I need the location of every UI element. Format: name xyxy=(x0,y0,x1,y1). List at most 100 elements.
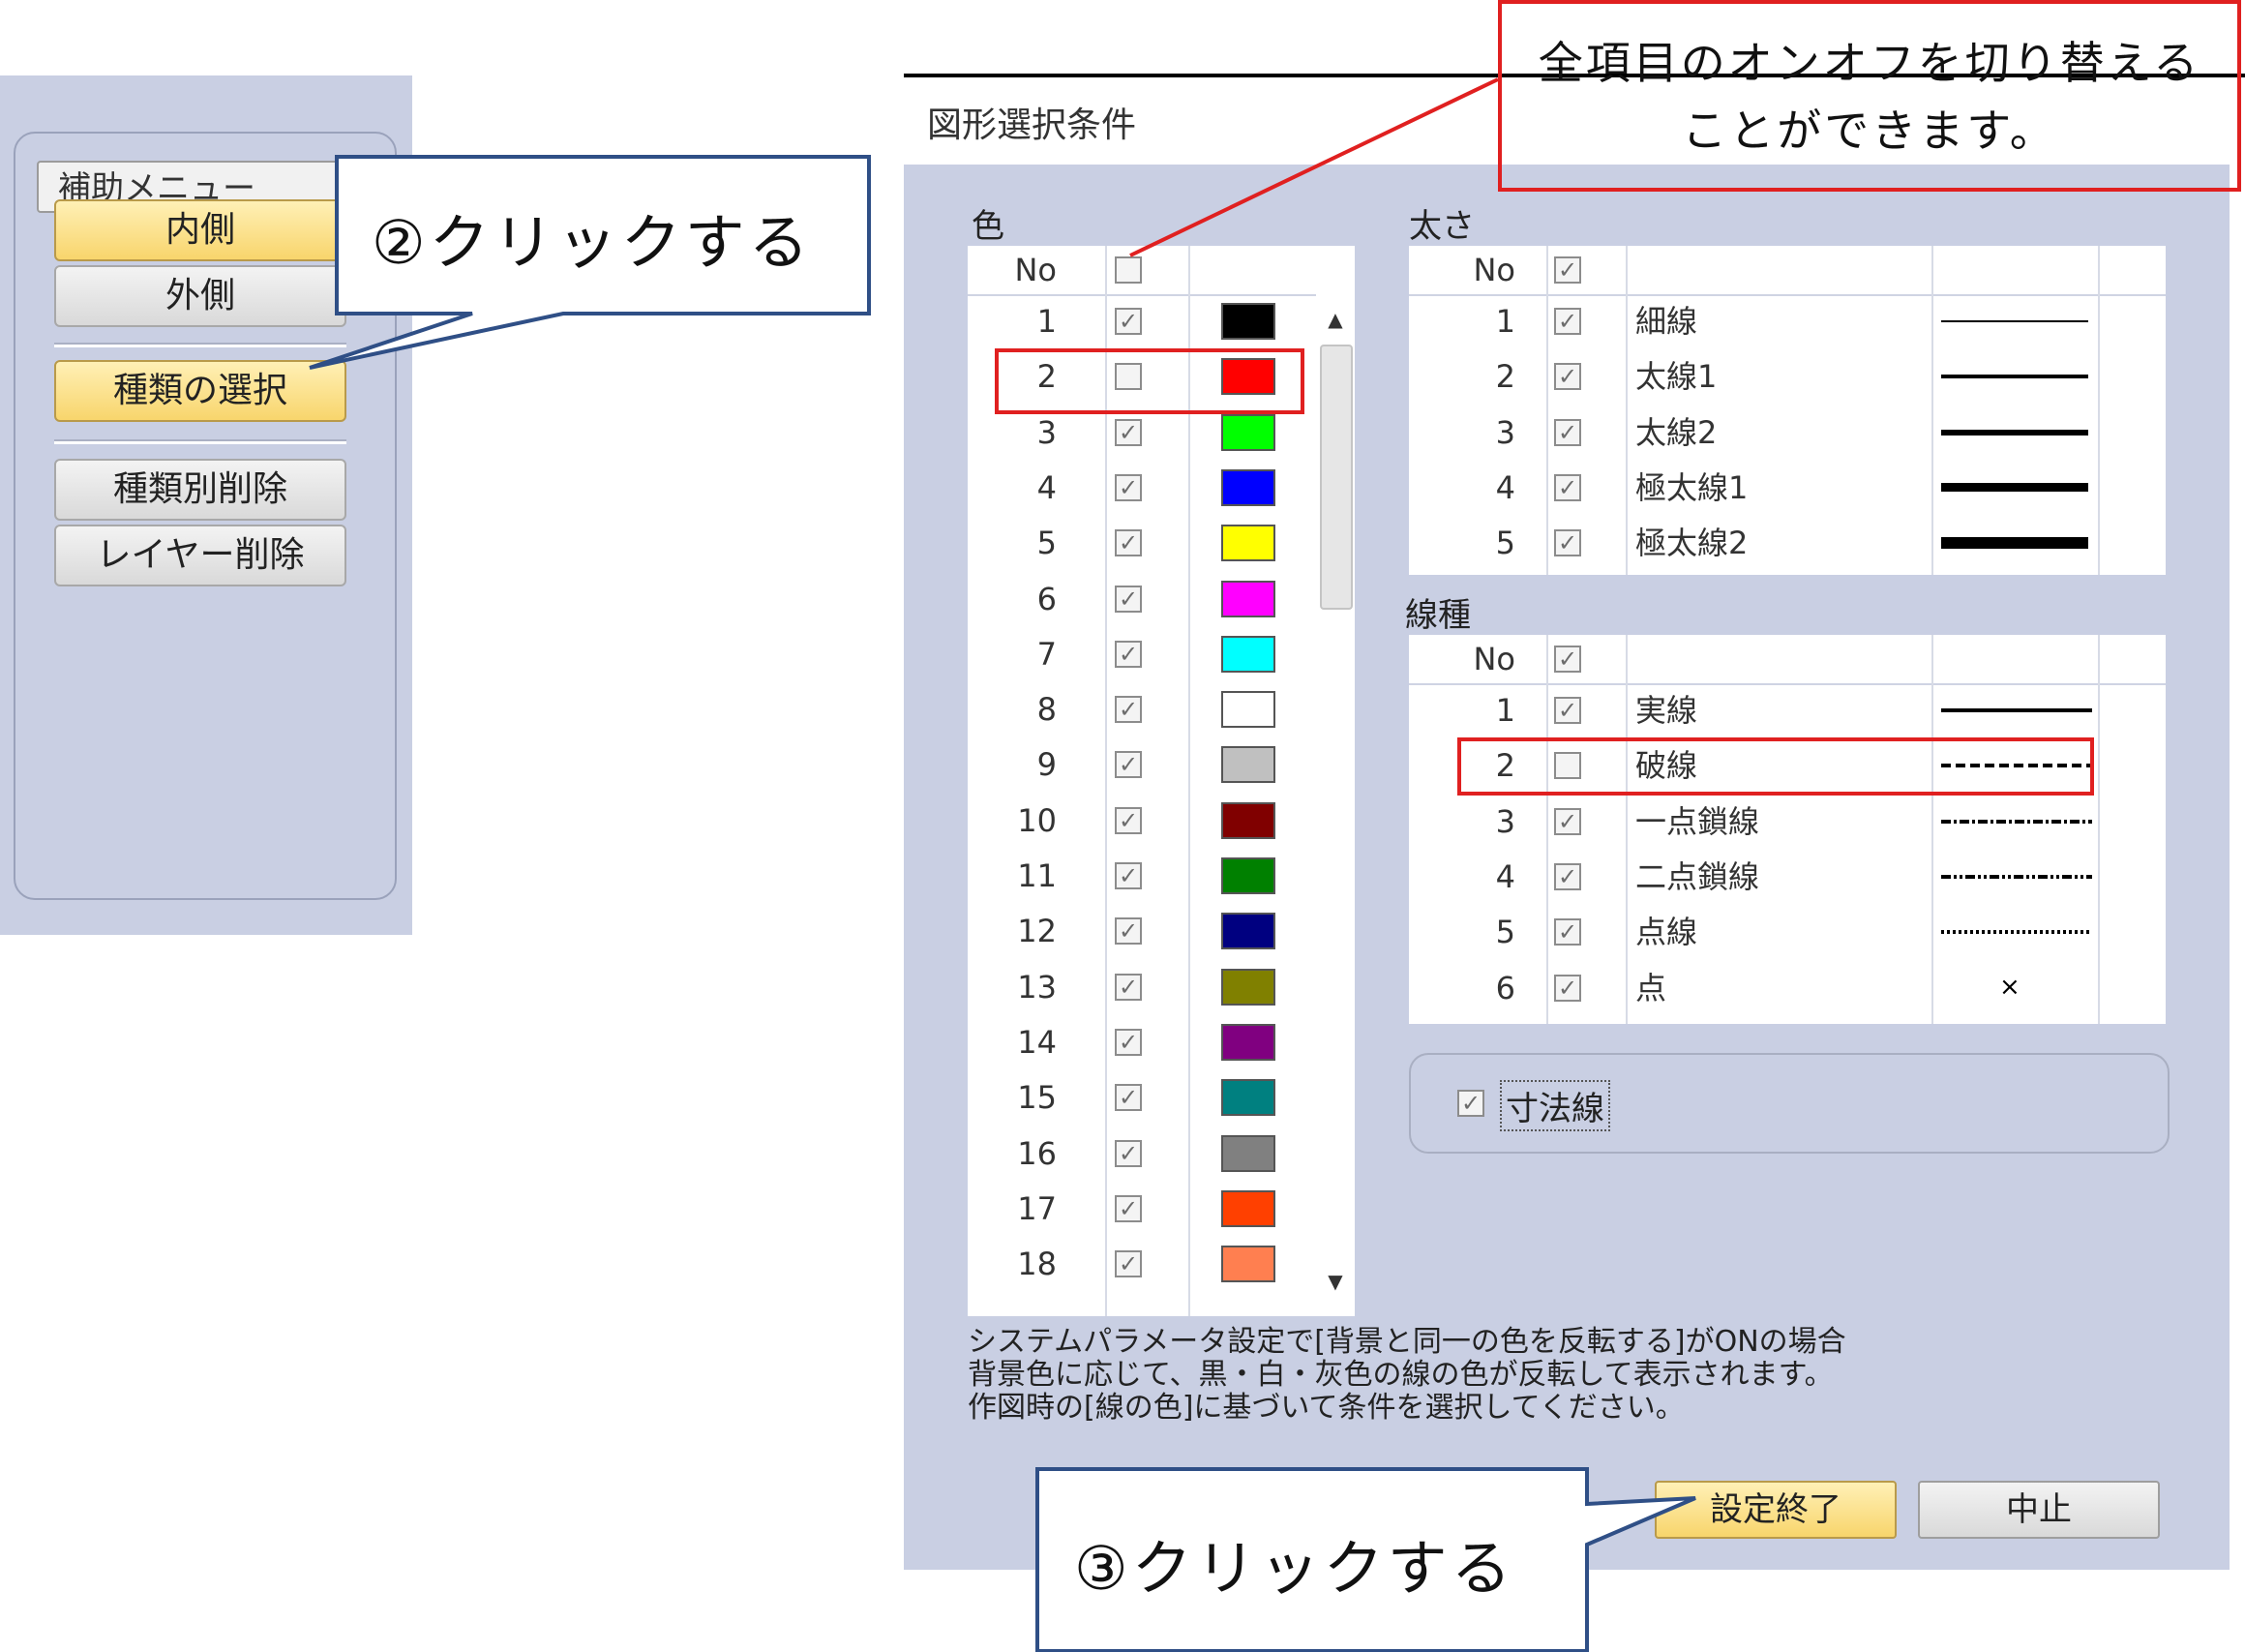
weight-grid-header xyxy=(1409,246,2166,296)
weight-row-number: 4 xyxy=(1495,468,1515,506)
linetype-row-number: 1 xyxy=(1495,692,1515,729)
color-swatch xyxy=(1221,801,1275,839)
color-row-checkbox[interactable]: ✓ xyxy=(1115,640,1142,668)
color-row-checkbox[interactable]: ✓ xyxy=(1115,308,1142,335)
outer-button[interactable]: 外側 xyxy=(54,265,346,327)
scroll-down-icon[interactable]: ▼ xyxy=(1316,1270,1355,1293)
color-scrollbar[interactable]: ▲ ▼ xyxy=(1316,294,1355,1308)
color-row-number: 6 xyxy=(1036,580,1057,617)
inner-button[interactable]: 内側 xyxy=(54,199,346,261)
weight-line-sample xyxy=(1941,483,2088,493)
delete-by-type-button[interactable]: 種類別削除 xyxy=(54,459,346,521)
color-row-number: 17 xyxy=(1017,1189,1057,1227)
color-row-checkbox[interactable]: ✓ xyxy=(1115,1194,1142,1222)
color-row-checkbox[interactable]: ✓ xyxy=(1115,917,1142,946)
color-swatch xyxy=(1221,525,1275,562)
color-row-number: 15 xyxy=(1017,1079,1057,1117)
color-row: 18 ✓ xyxy=(968,1237,1355,1292)
weight-row-checkbox[interactable]: ✓ xyxy=(1554,529,1581,557)
menu-divider xyxy=(54,439,346,444)
color-toggle-all-checkbox[interactable] xyxy=(1115,256,1142,284)
linetype-row: 4 ✓ 二点鎖線 xyxy=(1409,850,2166,905)
color-row-checkbox[interactable]: ✓ xyxy=(1115,1028,1142,1056)
linetype-row-number: 5 xyxy=(1495,914,1515,951)
color-row-number: 4 xyxy=(1036,468,1057,506)
weight-row-checkbox[interactable]: ✓ xyxy=(1554,473,1581,501)
color-row: 9 ✓ xyxy=(968,737,1355,793)
dimension-checkbox[interactable]: ✓ xyxy=(1457,1090,1484,1117)
color-row: 8 ✓ xyxy=(968,682,1355,737)
linetype-row-label: 二点鎖線 xyxy=(1635,857,1760,895)
linetype-sample xyxy=(1941,930,2092,935)
color-row-number: 8 xyxy=(1036,691,1057,729)
highlight-color-row-2 xyxy=(995,348,1304,414)
note-line: 作図時の[線の色]に基づいて条件を選択してください。 xyxy=(968,1391,1685,1425)
color-swatch xyxy=(1221,635,1275,673)
color-row-number: 14 xyxy=(1017,1023,1057,1061)
color-swatch xyxy=(1221,1189,1275,1227)
select-type-button[interactable]: 種類の選択 xyxy=(54,360,346,422)
color-row-checkbox[interactable]: ✓ xyxy=(1115,751,1142,779)
weight-grid: No ✓ 1 ✓ 細線 2 ✓ 太線1 3 ✓ 太線2 4 ✓ 極太線1 5 ✓ 極太線2 xyxy=(1409,246,2166,575)
linetype-row-number: 6 xyxy=(1495,969,1515,1006)
linetype-row-label: 点 xyxy=(1635,969,1667,1006)
color-row-number: 13 xyxy=(1017,968,1057,1006)
color-row-checkbox[interactable]: ✓ xyxy=(1115,418,1142,446)
color-row: 11 ✓ xyxy=(968,849,1355,904)
color-row-checkbox[interactable]: ✓ xyxy=(1115,862,1142,889)
linetype-header-no: No xyxy=(1473,641,1515,677)
color-swatch xyxy=(1221,413,1275,451)
color-row-checkbox[interactable]: ✓ xyxy=(1115,1139,1142,1167)
color-row-checkbox[interactable]: ✓ xyxy=(1115,473,1142,501)
color-row-checkbox[interactable]: ✓ xyxy=(1115,973,1142,1001)
color-row-checkbox[interactable]: ✓ xyxy=(1115,1084,1142,1112)
weight-row-label: 太線1 xyxy=(1635,358,1718,396)
weight-row-number: 5 xyxy=(1495,525,1515,562)
weight-row: 1 ✓ 細線 xyxy=(1409,294,2166,349)
color-swatch xyxy=(1221,746,1275,784)
scroll-up-icon[interactable]: ▲ xyxy=(1316,308,1355,331)
color-row: 4 ✓ xyxy=(968,461,1355,516)
linetype-row-checkbox[interactable]: ✓ xyxy=(1554,697,1581,724)
finish-settings-button[interactable]: 設定終了 xyxy=(1655,1481,1897,1539)
color-swatch xyxy=(1221,1079,1275,1117)
weight-toggle-all-checkbox[interactable]: ✓ xyxy=(1554,256,1581,284)
linetype-row-number: 4 xyxy=(1495,857,1515,895)
scroll-thumb[interactable] xyxy=(1320,345,1353,610)
linetype-section-label: 線種 xyxy=(1405,596,1471,635)
color-row-number: 18 xyxy=(1017,1246,1057,1283)
color-row-checkbox[interactable]: ✓ xyxy=(1115,585,1142,613)
dimension-label[interactable]: 寸法線 xyxy=(1500,1080,1610,1131)
linetype-row-checkbox[interactable]: ✓ xyxy=(1554,974,1581,1002)
weight-row-checkbox[interactable]: ✓ xyxy=(1554,308,1581,335)
color-row-number: 10 xyxy=(1017,801,1057,839)
weight-line-sample xyxy=(1941,320,2088,322)
color-row-checkbox[interactable]: ✓ xyxy=(1115,529,1142,557)
linetype-toggle-all-checkbox[interactable]: ✓ xyxy=(1554,646,1581,673)
cancel-button[interactable]: 中止 xyxy=(1918,1481,2160,1539)
weight-line-sample xyxy=(1941,429,2088,436)
linetype-grid-header xyxy=(1409,635,2166,685)
color-row: 17 ✓ xyxy=(968,1182,1355,1237)
linetype-row-checkbox[interactable]: ✓ xyxy=(1554,862,1581,890)
color-row-checkbox[interactable]: ✓ xyxy=(1115,696,1142,724)
color-header-no: No xyxy=(1014,252,1057,288)
toggle-note-text: 全項目のオンオフを切り替える ことができます。 xyxy=(1506,29,2233,165)
linetype-row-checkbox[interactable]: ✓ xyxy=(1554,807,1581,835)
color-row-checkbox[interactable]: ✓ xyxy=(1115,806,1142,834)
linetype-row-checkbox[interactable]: ✓ xyxy=(1554,918,1581,946)
color-swatch xyxy=(1221,913,1275,950)
weight-section-label: 太さ xyxy=(1409,207,1475,246)
color-swatch xyxy=(1221,857,1275,894)
step2-callout-text: ②クリックする xyxy=(372,207,813,278)
delete-layer-button[interactable]: レイヤー削除 xyxy=(54,525,346,586)
note-line: 背景色に応じて、黒・白・灰色の線の色が反転して表示されます。 xyxy=(968,1358,1834,1392)
weight-row-label: 太線2 xyxy=(1635,413,1718,451)
weight-row-label: 細線 xyxy=(1635,303,1698,340)
color-row: 16 ✓ xyxy=(968,1126,1355,1182)
color-swatch xyxy=(1221,691,1275,729)
weight-row-checkbox[interactable]: ✓ xyxy=(1554,418,1581,446)
weight-row-checkbox[interactable]: ✓ xyxy=(1554,363,1581,391)
color-row-checkbox[interactable]: ✓ xyxy=(1115,1250,1142,1278)
color-swatch xyxy=(1221,1246,1275,1283)
